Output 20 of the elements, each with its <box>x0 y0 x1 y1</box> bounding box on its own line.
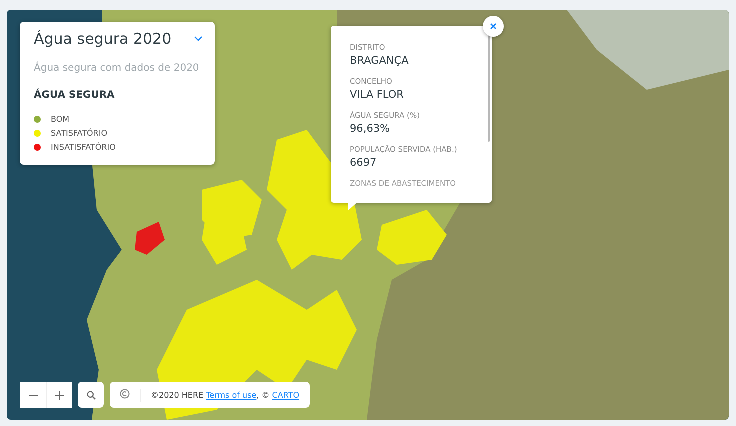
field-value: VILA FLOR <box>350 89 405 101</box>
search-icon <box>86 390 96 400</box>
copyright-icon[interactable] <box>120 388 130 398</box>
legend-subtitle: Água segura com dados de 2020 <box>34 63 200 74</box>
legend-title: Água segura 2020 <box>34 30 172 48</box>
field-value: BRAGANÇA <box>350 55 410 67</box>
field-value: 6697 <box>350 157 378 169</box>
legend-label: SATISFATÓRIO <box>51 129 108 138</box>
attribution-link[interactable]: CARTO <box>272 390 300 400</box>
search-button[interactable] <box>78 382 104 408</box>
legend-label: INSATISFATÓRIO <box>51 143 116 152</box>
terms-link[interactable]: Terms of use <box>206 390 257 400</box>
zoom-in-button[interactable] <box>46 382 72 408</box>
legend-label: BOM <box>51 115 70 124</box>
close-icon <box>490 23 497 30</box>
legend-section-title: ÁGUA SEGURA <box>34 90 116 101</box>
plus-icon <box>55 390 64 400</box>
field-value: 96,63% <box>350 123 392 135</box>
attribution-text: ©2020 HERE Terms of use, © CARTO <box>151 390 300 400</box>
chevron-down-icon[interactable] <box>194 36 203 42</box>
